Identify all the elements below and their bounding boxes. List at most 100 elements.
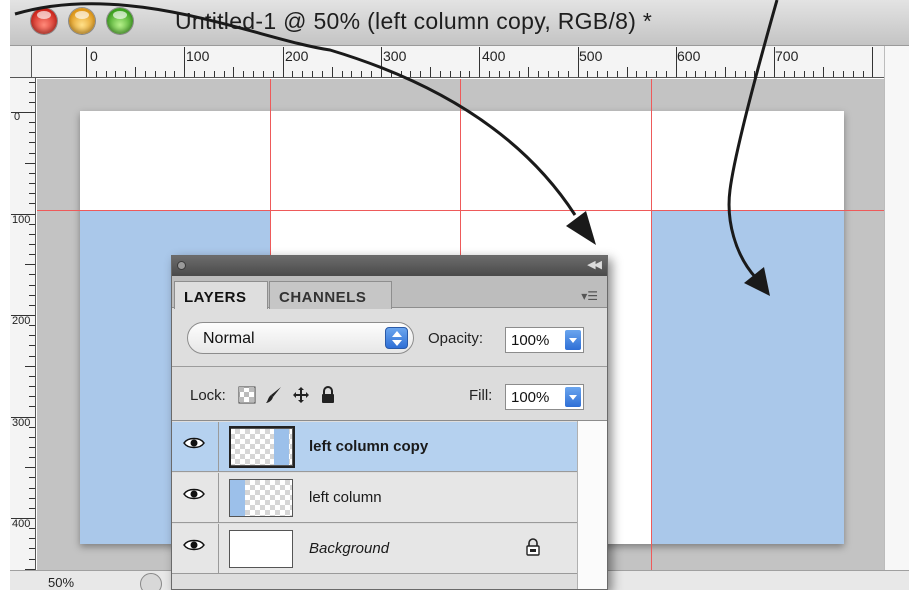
ruler-tick bbox=[135, 67, 136, 77]
zoom-field[interactable]: 50% bbox=[48, 575, 74, 590]
layers-scrollbar[interactable] bbox=[577, 421, 607, 589]
ruler-tick bbox=[29, 203, 35, 204]
minimize-window-button[interactable] bbox=[69, 8, 95, 34]
layer-name[interactable]: left column copy bbox=[309, 438, 428, 455]
layer-name[interactable]: Background bbox=[309, 540, 389, 557]
horizontal-guide[interactable] bbox=[37, 210, 884, 211]
ruler-tick bbox=[29, 224, 35, 225]
visibility-toggle[interactable] bbox=[172, 422, 219, 471]
layer-row[interactable]: left column bbox=[172, 473, 577, 523]
ruler-tick bbox=[29, 498, 35, 499]
ruler-tick bbox=[469, 71, 470, 77]
ruler-tick bbox=[263, 71, 264, 77]
ruler-tick bbox=[25, 366, 35, 367]
lock-transparency-icon[interactable] bbox=[238, 386, 256, 404]
ruler-label: 100 bbox=[186, 48, 210, 64]
tab-layers[interactable]: LAYERS bbox=[174, 281, 268, 309]
ruler-tick bbox=[29, 538, 35, 539]
opacity-field[interactable]: 100% bbox=[505, 327, 584, 353]
ruler-tick bbox=[872, 47, 873, 77]
collapse-panel-icon[interactable]: ◀◀ bbox=[587, 258, 602, 271]
ruler-tick bbox=[29, 325, 35, 326]
ruler-tick bbox=[430, 67, 431, 77]
ruler-tick bbox=[29, 244, 35, 245]
panel-titlebar[interactable]: ◀◀ bbox=[172, 256, 607, 276]
ruler-tick bbox=[29, 102, 35, 103]
ruler-tick bbox=[29, 285, 35, 286]
ruler-label: 300 bbox=[383, 48, 407, 64]
layers-panel: ◀◀ LAYERS CHANNELS ▾☰ Normal Opacity: 10… bbox=[171, 255, 608, 590]
canvas-scrollbar[interactable] bbox=[884, 46, 909, 570]
panel-tab-bar: LAYERS CHANNELS ▾☰ bbox=[172, 276, 607, 309]
visibility-toggle[interactable] bbox=[172, 524, 219, 573]
ruler-tick bbox=[214, 71, 215, 77]
ruler-tick bbox=[29, 548, 35, 549]
horizontal-ruler[interactable]: 0 100 200 300 400 500 600 700 bbox=[32, 46, 884, 78]
ruler-label: 300 bbox=[12, 417, 31, 429]
panel-menu-icon[interactable]: ▾☰ bbox=[581, 289, 598, 303]
ruler-tick bbox=[29, 396, 35, 397]
ruler-tick bbox=[29, 153, 35, 154]
panel-close-button[interactable] bbox=[177, 261, 186, 270]
ruler-tick bbox=[29, 132, 35, 133]
ruler-tick bbox=[597, 71, 598, 77]
thumbnail-column-fill bbox=[230, 480, 245, 516]
ruler-label: 0 bbox=[13, 111, 21, 123]
fill-field[interactable]: 100% bbox=[505, 384, 584, 410]
ruler-tick bbox=[204, 71, 205, 77]
ruler-tick bbox=[705, 71, 706, 77]
close-window-button[interactable] bbox=[31, 8, 57, 34]
vertical-guide[interactable] bbox=[651, 79, 652, 590]
vertical-ruler[interactable]: 0 100 200 300 400 bbox=[10, 78, 36, 570]
layer-name[interactable]: left column bbox=[309, 489, 382, 506]
ruler-tick bbox=[863, 71, 864, 77]
ruler-tick bbox=[440, 71, 441, 77]
tab-channels[interactable]: CHANNELS bbox=[269, 281, 392, 309]
ruler-tick bbox=[636, 71, 637, 77]
ruler-tick bbox=[568, 71, 569, 77]
ruler-label: 500 bbox=[579, 48, 603, 64]
lock-image-pixels-icon[interactable] bbox=[265, 386, 283, 404]
fill-label: Fill: bbox=[469, 387, 493, 404]
ruler-tick bbox=[11, 315, 35, 316]
ruler-tick bbox=[460, 71, 461, 77]
lock-position-icon[interactable] bbox=[292, 386, 310, 404]
ruler-tick bbox=[243, 71, 244, 77]
ruler-tick bbox=[745, 71, 746, 77]
ruler-tick bbox=[843, 71, 844, 77]
lock-all-icon[interactable] bbox=[319, 386, 337, 404]
ruler-tick bbox=[253, 71, 254, 77]
ruler-tick bbox=[410, 71, 411, 77]
ruler-tick bbox=[25, 163, 35, 164]
ruler-tick bbox=[754, 71, 755, 77]
ruler-tick bbox=[332, 67, 333, 77]
status-menu-button[interactable] bbox=[140, 573, 162, 590]
ruler-tick bbox=[29, 122, 35, 123]
eye-icon bbox=[183, 437, 205, 449]
opacity-dropdown-icon[interactable] bbox=[565, 330, 581, 350]
ruler-tick bbox=[695, 71, 696, 77]
ruler-tick bbox=[420, 71, 421, 77]
ruler-tick bbox=[646, 71, 647, 77]
ruler-tick bbox=[29, 528, 35, 529]
fill-value: 100% bbox=[511, 389, 550, 406]
blend-mode-select[interactable]: Normal bbox=[187, 322, 414, 354]
ruler-tick bbox=[29, 345, 35, 346]
visibility-toggle[interactable] bbox=[172, 473, 219, 522]
ruler-tick bbox=[450, 71, 451, 77]
ruler-tick bbox=[11, 112, 35, 113]
layer-row[interactable]: Background bbox=[172, 524, 577, 574]
ruler-tick bbox=[29, 447, 35, 448]
ruler-tick bbox=[538, 71, 539, 77]
fill-dropdown-icon[interactable] bbox=[565, 387, 581, 407]
ruler-tick bbox=[11, 417, 35, 418]
ruler-tick bbox=[25, 467, 35, 468]
layer-row[interactable]: left column copy bbox=[172, 422, 577, 472]
ruler-tick bbox=[312, 71, 313, 77]
zoom-window-button[interactable] bbox=[107, 8, 133, 34]
ruler-tick bbox=[833, 71, 834, 77]
ruler-origin[interactable] bbox=[10, 46, 32, 78]
ruler-tick bbox=[489, 71, 490, 77]
ruler-tick bbox=[823, 67, 824, 77]
ruler-tick bbox=[607, 71, 608, 77]
